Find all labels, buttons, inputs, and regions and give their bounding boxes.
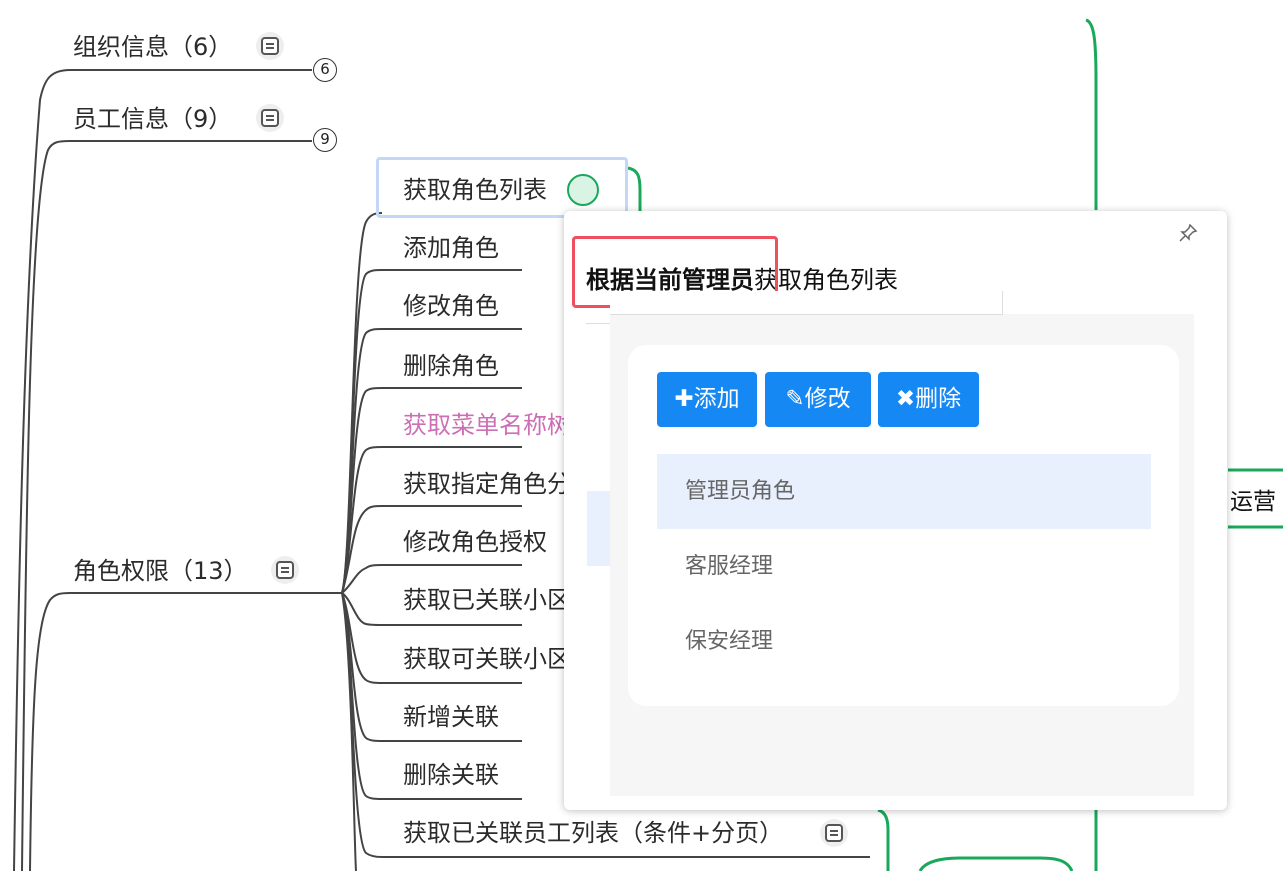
node-edit-role[interactable]: 修改角色 <box>403 291 499 321</box>
embedded-tab <box>610 291 1003 315</box>
note-popup: 根据当前管理员获取角色列表 ✚添加 ✎修改 ✖删除 管理员角色 客服经理 保安经… <box>564 211 1227 810</box>
branch-line <box>29 592 342 871</box>
node-operation[interactable]: 运营 <box>1230 482 1276 516</box>
node-add-role[interactable]: 添加角色 <box>403 233 499 263</box>
embedded-side-highlight <box>587 491 610 566</box>
note-icon[interactable] <box>261 109 279 127</box>
role-row-service[interactable]: 客服经理 <box>657 529 1151 604</box>
green-bracket <box>627 166 642 211</box>
node-delete-link[interactable]: 删除关联 <box>403 760 499 790</box>
node-menu-tree[interactable]: 获取菜单名称树 <box>403 410 571 440</box>
node-get-role-list[interactable]: 获取角色列表 <box>403 175 547 205</box>
node-linked-community[interactable]: 获取已关联小区 <box>403 585 571 615</box>
node-role-assign[interactable]: 获取指定角色分 <box>403 469 571 499</box>
node-delete-role[interactable]: 删除角色 <box>403 351 499 381</box>
edit-button[interactable]: ✎修改 <box>765 372 871 427</box>
green-node-outline <box>918 856 1074 871</box>
node-add-link[interactable]: 新增关联 <box>403 702 499 732</box>
branch-line <box>21 140 312 871</box>
role-row-admin[interactable]: 管理员角色 <box>657 454 1151 529</box>
node-org-info[interactable]: 组织信息（6） <box>73 32 232 62</box>
node-staff-info[interactable]: 员工信息（9） <box>73 104 232 134</box>
green-bracket <box>877 808 890 871</box>
role-row-security[interactable]: 保安经理 <box>657 604 1151 679</box>
note-icon[interactable] <box>825 824 843 842</box>
add-button[interactable]: ✚添加 <box>657 372 757 427</box>
green-bracket <box>1085 18 1098 210</box>
pin-icon[interactable] <box>1178 223 1198 248</box>
root-branch-line <box>13 69 312 871</box>
node-linkable-community[interactable]: 获取可关联小区 <box>403 644 571 674</box>
note-icon[interactable] <box>567 174 599 206</box>
note-icon[interactable] <box>261 37 279 55</box>
collapse-count-badge[interactable]: 6 <box>313 58 337 82</box>
node-role-permission[interactable]: 角色权限（13） <box>73 556 248 586</box>
collapse-count-badge[interactable]: 9 <box>313 128 337 152</box>
node-edit-auth[interactable]: 修改角色授权 <box>403 527 547 557</box>
delete-button[interactable]: ✖删除 <box>878 372 979 427</box>
divider <box>586 323 610 324</box>
node-linked-staff[interactable]: 获取已关联员工列表（条件+分页） <box>403 818 783 848</box>
note-icon[interactable] <box>276 561 294 579</box>
